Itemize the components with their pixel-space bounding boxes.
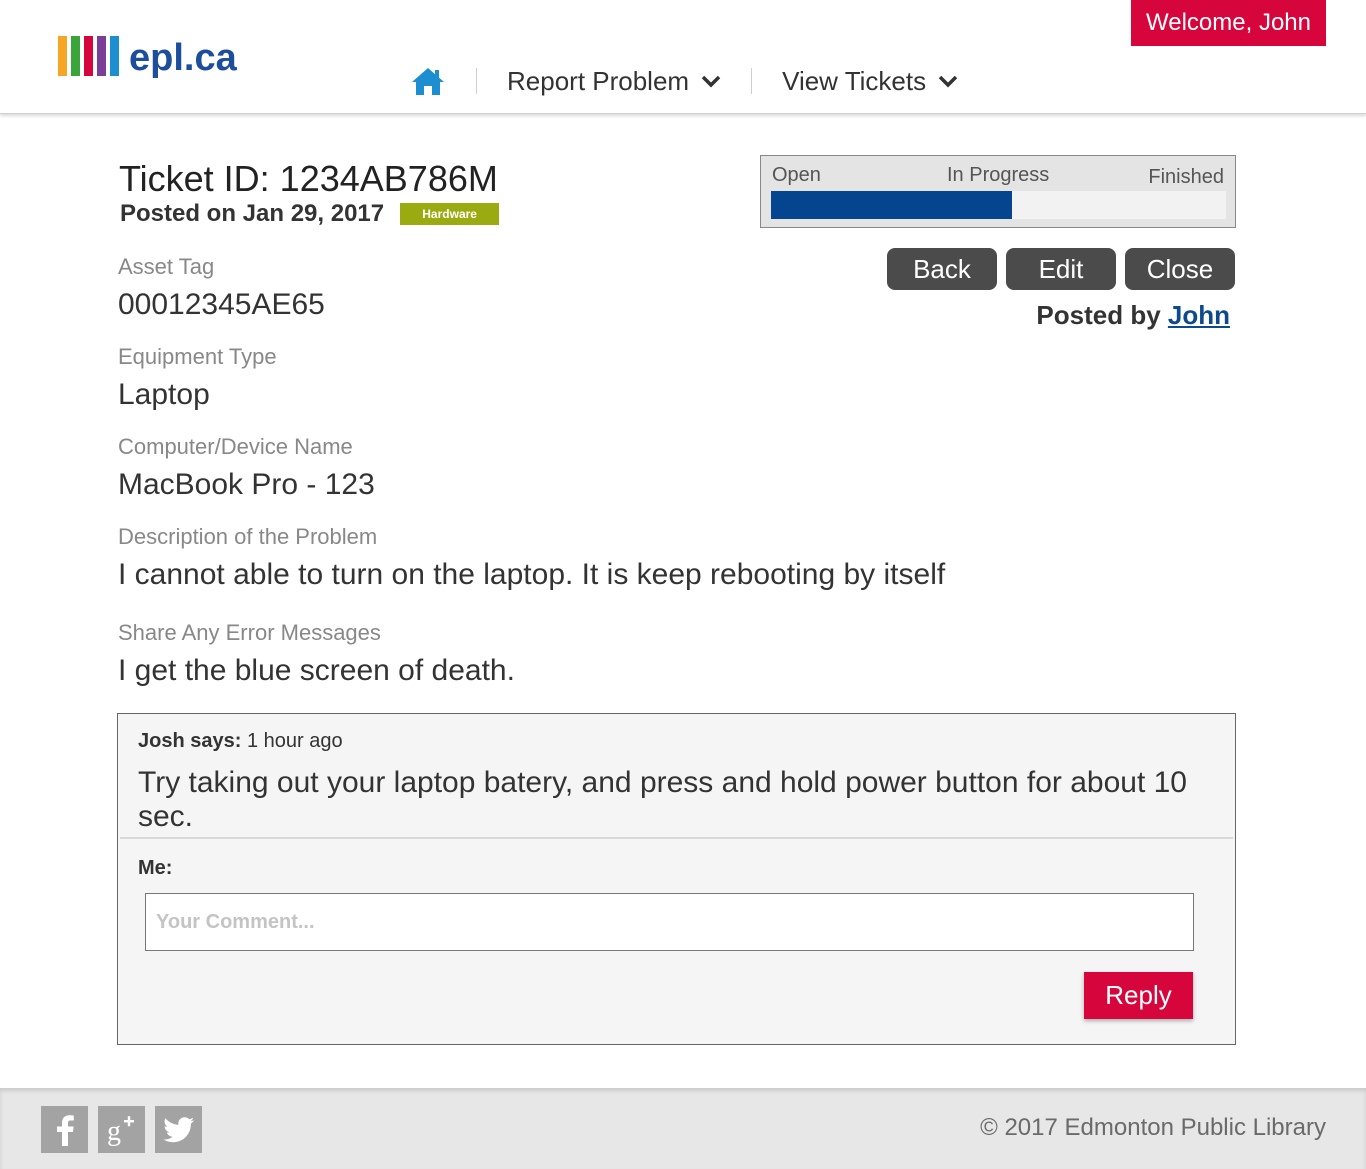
google-plus-icon[interactable]: g [98, 1106, 145, 1153]
posted-by: Posted by John [1036, 300, 1230, 331]
comment-text: Try taking out your laptop batery, and p… [138, 766, 1187, 833]
comment-author: Josh says: [138, 730, 242, 752]
progress-fill [771, 191, 1013, 219]
error-messages-value: I get the blue screen of death. [118, 654, 515, 687]
nav-view-tickets[interactable]: View Tickets [782, 66, 958, 97]
site-header: epl.ca Report Problem View Tickets Welco… [0, 0, 1366, 114]
error-messages-label: Share Any Error Messages [118, 620, 381, 645]
back-button[interactable]: Back [887, 248, 997, 290]
nav-report-problem-label: Report Problem [507, 65, 690, 96]
ticket-id-title: Ticket ID: 1234AB786M [119, 158, 498, 199]
status-labels: Open In Progress Finished [772, 162, 1224, 188]
nav-divider [476, 68, 477, 94]
device-name-value: MacBook Pro - 123 [118, 468, 375, 501]
posted-on-date: Posted on Jan 29, 2017 [120, 200, 385, 227]
twitter-icon[interactable] [155, 1106, 202, 1153]
me-label: Me: [138, 857, 173, 879]
nav-divider [751, 68, 753, 94]
chevron-down-icon [701, 74, 721, 88]
reply-button[interactable]: Reply [1084, 972, 1193, 1019]
posted-by-prefix: Posted by [1036, 300, 1161, 330]
problem-description-label: Description of the Problem [118, 524, 378, 549]
asset-tag-value: 00012345AE65 [118, 288, 325, 321]
nav-view-tickets-label: View Tickets [782, 65, 927, 96]
status-in-progress-label: In Progress [947, 164, 1050, 186]
posted-on-line: Posted on Jan 29, 2017 Hardware [120, 200, 500, 228]
equipment-type-value: Laptop [118, 378, 210, 411]
home-icon[interactable] [410, 65, 446, 97]
epl-logo[interactable]: epl.ca [58, 35, 237, 79]
nav-report-problem[interactable]: Report Problem [507, 66, 721, 97]
logo-text: epl.ca [129, 36, 237, 79]
device-name-label: Computer/Device Name [118, 434, 353, 459]
chevron-down-icon [938, 74, 958, 88]
comment-divider [120, 837, 1233, 839]
main-nav: Report Problem View Tickets [410, 62, 958, 100]
welcome-user-button[interactable]: Welcome, John [1131, 0, 1326, 46]
logo-bars [58, 36, 119, 76]
comment-meta: Josh says: 1 hour ago [138, 730, 343, 753]
social-links: g [41, 1106, 202, 1153]
site-footer: g © 2017 Edmonton Public Library [0, 1088, 1366, 1169]
comments-panel: Josh says: 1 hour ago Try taking out you… [117, 713, 1236, 1045]
asset-tag-label: Asset Tag [118, 254, 215, 279]
problem-description-value: I cannot able to turn on the laptop. It … [118, 558, 946, 591]
status-open-label: Open [772, 164, 821, 186]
copyright-text: © 2017 Edmonton Public Library [980, 1114, 1326, 1141]
edit-button[interactable]: Edit [1006, 248, 1116, 290]
close-button[interactable]: Close [1125, 248, 1235, 290]
equipment-type-label: Equipment Type [118, 344, 277, 369]
status-finished-label: Finished [1148, 166, 1224, 188]
svg-text:g: g [107, 1116, 121, 1146]
posted-by-user-link[interactable]: John [1168, 300, 1230, 330]
status-progress: Open In Progress Finished [760, 155, 1236, 228]
facebook-icon[interactable] [41, 1106, 88, 1153]
comment-time: 1 hour ago [246, 730, 343, 752]
category-badge: Hardware [400, 203, 500, 225]
progress-track [771, 191, 1226, 219]
comment-input[interactable] [145, 893, 1194, 951]
ticket-actions: Back Edit Close [887, 248, 1235, 290]
